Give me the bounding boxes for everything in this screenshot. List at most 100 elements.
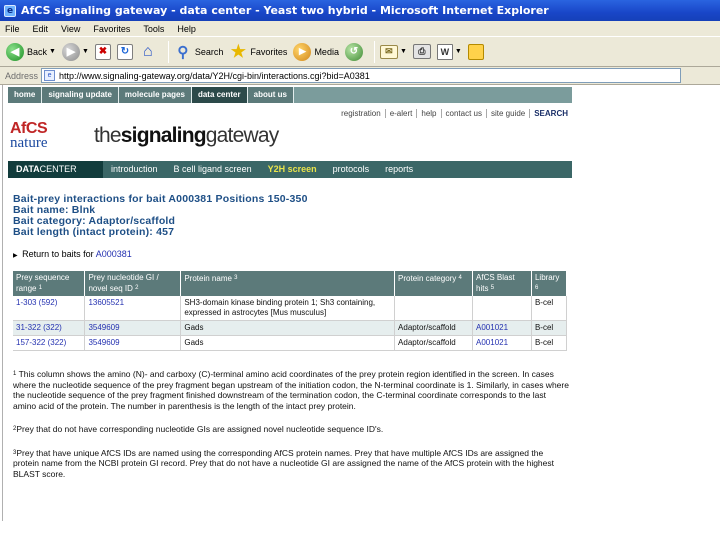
afcs-nature-logo[interactable]: AfCS nature [10, 121, 74, 151]
link-e-alert[interactable]: e-alert [386, 108, 418, 118]
link-contact-us[interactable]: contact us [442, 108, 487, 118]
toolbar: ◀ Back ▼ ▶ ▼ ✖ ↻ ⌂ ⚲ Search ★ Favorites … [0, 36, 720, 67]
nav-introduction[interactable]: introduction [103, 161, 166, 178]
home-button[interactable]: ⌂ [139, 43, 157, 61]
return-link-row: ▶ Return to baits for A000381 [13, 249, 132, 259]
data-center-label: DATACENTER [8, 161, 103, 178]
forward-button[interactable]: ▶ ▼ [61, 42, 89, 61]
home-icon: ⌂ [143, 42, 153, 60]
window-border [2, 85, 3, 521]
window-title: AfCS signaling gateway - data center - Y… [21, 4, 549, 17]
media-icon: ▶ [293, 42, 312, 61]
address-url: http://www.signaling-gateway.org/data/Y2… [59, 70, 370, 81]
cell-library: B-cel [531, 320, 568, 336]
back-arrow-icon: ◀ [6, 42, 24, 61]
topnav-data-center[interactable]: data center [191, 87, 248, 103]
toolbar-separator [167, 40, 169, 63]
mail-button[interactable]: ✉ ▼ [379, 44, 407, 59]
back-dropdown-icon[interactable]: ▼ [49, 48, 56, 55]
cell-gi[interactable]: 13605521 [84, 296, 182, 321]
page-content: home signaling update molecule pages dat… [0, 85, 720, 540]
table-row: 31-322 (322) 3549609 Gads Adaptor/scaffo… [13, 320, 568, 336]
return-to-baits-link[interactable]: A000381 [96, 249, 132, 259]
cell-range[interactable]: 31-322 (322) [13, 320, 86, 336]
address-input[interactable]: e http://www.signaling-gateway.org/data/… [41, 68, 682, 83]
cell-protein-name: SH3-domain kinase binding protein 1; Sh3… [180, 296, 396, 321]
media-button[interactable]: ▶ Media [293, 42, 339, 61]
topnav-molecule-pages[interactable]: molecule pages [119, 87, 192, 103]
cell-blast[interactable]: A001021 [472, 320, 532, 336]
cell-library: B-cel [531, 335, 568, 351]
table-header-row: Prey sequence range 1 Prey nucleotide GI… [13, 271, 568, 296]
menu-help[interactable]: Help [177, 24, 196, 34]
address-label: Address [5, 70, 39, 81]
mail-icon: ✉ [379, 44, 398, 59]
cell-protein-name: Gads [180, 335, 396, 351]
link-help[interactable]: help [417, 108, 442, 118]
folder-button[interactable] [467, 43, 484, 60]
topnav-home[interactable]: home [8, 87, 43, 103]
cell-range[interactable]: 1-303 (592) [13, 296, 86, 321]
footnotes: 1 This column shows the amino (N)- and c… [13, 369, 569, 479]
print-icon: ⎙ [412, 44, 431, 59]
col-prey-gi: Prey nucleotide GI / novel seq ID 2 [84, 271, 182, 296]
forward-arrow-icon: ▶ [61, 42, 80, 61]
refresh-button[interactable]: ↻ [116, 43, 133, 60]
title-bar: e AfCS signaling gateway - data center -… [0, 0, 720, 21]
menu-file[interactable]: File [5, 24, 20, 34]
stop-icon: ✖ [94, 43, 111, 60]
table-row: 1-303 (592) 13605521 SH3-domain kinase b… [13, 296, 568, 321]
edit-page-icon: W [436, 43, 453, 60]
cell-library: B-cel [531, 296, 568, 321]
footnote: 3Prey that have unique AfCS IDs are name… [13, 447, 554, 479]
link-registration[interactable]: registration [337, 108, 386, 118]
nav-reports[interactable]: reports [377, 161, 421, 178]
col-protein-name: Protein name 3 [180, 271, 396, 296]
col-protein-category: Protein category 4 [394, 271, 474, 296]
stop-button[interactable]: ✖ [94, 43, 111, 60]
search-button[interactable]: ⚲ Search [174, 43, 223, 61]
menu-view[interactable]: View [61, 24, 80, 34]
cell-range[interactable]: 157-322 (322) [13, 335, 86, 351]
edit-dropdown-icon[interactable]: ▼ [455, 48, 462, 55]
back-button[interactable]: ◀ Back ▼ [6, 42, 56, 61]
forward-dropdown-icon[interactable]: ▼ [82, 48, 89, 55]
title-line: Bait-prey interactions for bait A000381 … [13, 193, 308, 205]
history-button[interactable]: ↺ [344, 42, 363, 61]
page-icon: e [44, 70, 56, 81]
cell-category [394, 296, 474, 321]
table-row: 157-322 (322) 3549609 Gads Adaptor/scaff… [13, 335, 568, 351]
nav-b-cell-ligand-screen[interactable]: B cell ligand screen [166, 161, 260, 178]
footnote: 1 This column shows the amino (N)- and c… [13, 369, 569, 411]
site-top-nav: home signaling update molecule pages dat… [8, 87, 572, 103]
nav-y2h-screen[interactable]: Y2H screen [260, 161, 325, 178]
data-center-nav: DATACENTER introduction B cell ligand sc… [8, 161, 572, 178]
page-title: Bait-prey interactions for bait A000381 … [13, 194, 572, 238]
menu-favorites[interactable]: Favorites [93, 24, 130, 34]
cell-category: Adaptor/scaffold [394, 335, 474, 351]
topnav-filler [293, 87, 572, 103]
star-icon: ★ [230, 41, 247, 61]
address-bar: Address e http://www.signaling-gateway.o… [0, 67, 720, 85]
web-page: home signaling update molecule pages dat… [8, 87, 572, 492]
mail-dropdown-icon[interactable]: ▼ [400, 48, 407, 55]
cell-gi[interactable]: 3549609 [84, 320, 182, 336]
nav-protocols[interactable]: protocols [325, 161, 378, 178]
cell-blast[interactable] [472, 296, 532, 321]
cell-blast[interactable]: A001021 [472, 335, 532, 351]
link-site-guide[interactable]: site guide [487, 108, 531, 118]
cell-category: Adaptor/scaffold [394, 320, 474, 336]
signaling-gateway-logo[interactable]: thesignalinggateway [94, 121, 279, 151]
menu-edit[interactable]: Edit [33, 24, 49, 34]
print-button[interactable]: ⎙ [412, 44, 431, 59]
link-search[interactable]: SEARCH [530, 109, 572, 118]
col-afcs-blast: AfCS Blast hits 5 [472, 271, 532, 296]
cell-gi[interactable]: 3549609 [84, 335, 182, 351]
edit-button[interactable]: W ▼ [436, 43, 462, 60]
favorites-button[interactable]: ★ Favorites [229, 41, 288, 61]
utility-links: registration e-alert help contact us sit… [8, 105, 572, 121]
col-prey-range: Prey sequence range 1 [13, 271, 86, 296]
topnav-signaling-update[interactable]: signaling update [42, 87, 119, 103]
topnav-about-us[interactable]: about us [248, 87, 294, 103]
menu-tools[interactable]: Tools [143, 24, 164, 34]
